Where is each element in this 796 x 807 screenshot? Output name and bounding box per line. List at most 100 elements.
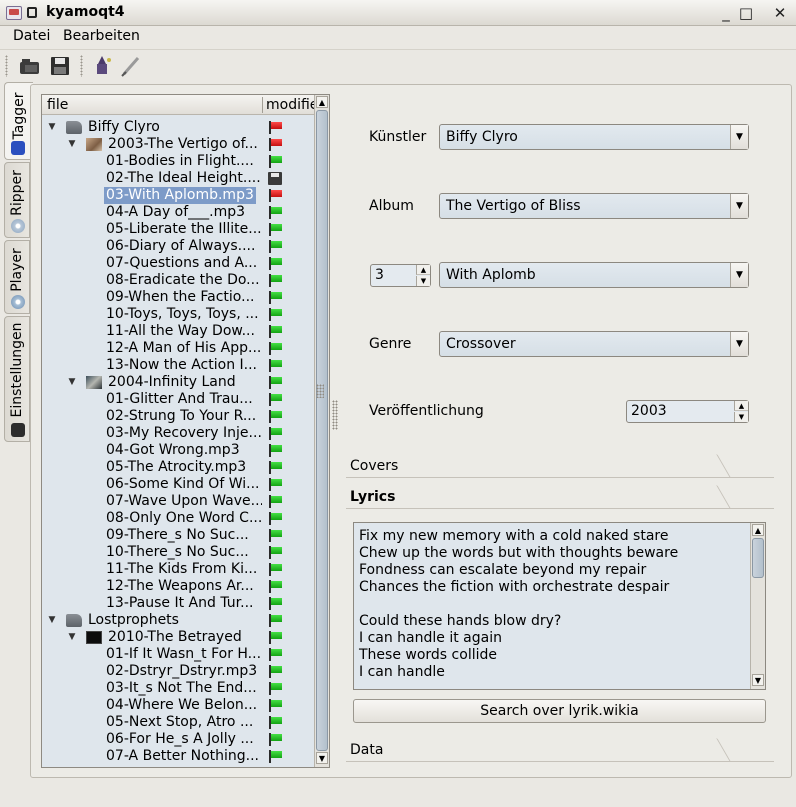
spin-up-icon[interactable]: ▲ <box>416 265 430 275</box>
tree-track-row[interactable]: 10-There_s No Suc... <box>42 544 315 561</box>
tree-header: file modifie <box>42 95 318 115</box>
tree-track-row[interactable]: 03-My Recovery Inje... <box>42 425 315 442</box>
section-data[interactable]: Data <box>346 738 774 762</box>
unmodified-flag-icon <box>268 155 282 168</box>
tree-track-row[interactable]: 10-Toys, Toys, Toys, ... <box>42 306 315 323</box>
tree-track-row[interactable]: 06-Diary of Always.... <box>42 238 315 255</box>
tree-track-row[interactable]: 02-Dstryr_Dstryr.mp3 <box>42 663 315 680</box>
app-icon[interactable] <box>6 6 22 20</box>
maximize-button[interactable]: □ <box>736 3 756 23</box>
tree-artist-row[interactable]: ▼ Lostprophets <box>42 612 315 629</box>
tree-track-row[interactable]: 07-Questions and A... <box>42 255 315 272</box>
scroll-thumb[interactable] <box>752 538 764 578</box>
tree-track-row[interactable]: 04-A Day of___.mp3 <box>42 204 315 221</box>
tree-track-row[interactable]: 13-Pause It And Tur... <box>42 595 315 612</box>
lyrics-scrollbar[interactable]: ▲ ▼ <box>750 523 765 689</box>
tree-track-row[interactable]: 12-The Weapons Ar... <box>42 578 315 595</box>
tree-track-row[interactable]: 03-It_s Not The End... <box>42 680 315 697</box>
tree-album-row[interactable]: ▼ 2004-Infinity Land <box>42 374 315 391</box>
pin-icon[interactable] <box>27 7 37 18</box>
chevron-down-icon[interactable]: ▼ <box>730 194 748 218</box>
tree-row-label: 2010-The Betrayed <box>108 629 242 645</box>
chevron-down-icon[interactable]: ▼ <box>730 125 748 149</box>
track-number-spinbox[interactable]: 3 ▲ ▼ <box>370 264 431 287</box>
tree-album-row[interactable]: ▼ 2010-The Betrayed <box>42 629 315 646</box>
spin-down-icon[interactable]: ▼ <box>416 276 430 286</box>
tree-track-row[interactable]: 11-The Kids From Ki... <box>42 561 315 578</box>
lyrics-textarea[interactable]: Fix my new memory with a cold naked star… <box>353 522 766 690</box>
column-separator[interactable] <box>262 97 263 113</box>
tree-track-row[interactable]: 09-When the Factio... <box>42 289 315 306</box>
scroll-down-arrow[interactable]: ▼ <box>316 752 328 764</box>
minimize-button[interactable]: _ <box>716 3 736 23</box>
tree-splitter-handle[interactable] <box>316 384 324 398</box>
file-tree[interactable]: file modifie ▼ Biffy Clyro ▼ 2003-The Verti… <box>41 94 330 768</box>
tree-album-row[interactable]: ▼ 2003-The Vertigo of... <box>42 136 315 153</box>
tree-track-row[interactable]: 12-A Man of His App... <box>42 340 315 357</box>
scroll-down-arrow[interactable]: ▼ <box>752 674 764 686</box>
tree-track-row[interactable]: 11-All the Way Dow... <box>42 323 315 340</box>
title-combobox[interactable]: With Aplomb ▼ <box>439 262 749 288</box>
tab-einstellungen[interactable]: Einstellungen <box>4 316 30 442</box>
tree-artist-row[interactable]: ▼ Biffy Clyro <box>42 119 315 136</box>
tree-track-row[interactable]: 03-With Aplomb.mp3 <box>42 187 315 204</box>
expand-arrow-icon[interactable]: ▼ <box>67 374 77 391</box>
tab-tagger[interactable]: Tagger <box>4 82 33 160</box>
album-combobox[interactable]: The Vertigo of Bliss ▼ <box>439 193 749 219</box>
save-icon <box>51 57 69 75</box>
scroll-up-arrow[interactable]: ▲ <box>752 524 764 536</box>
menu-datei[interactable]: Datei <box>13 28 50 44</box>
pen-button[interactable] <box>118 54 144 78</box>
chevron-down-icon[interactable]: ▼ <box>730 332 748 356</box>
tree-track-row[interactable]: 04-Where We Belon... <box>42 697 315 714</box>
tree-track-row[interactable]: 05-Next Stop, Atro ... <box>42 714 315 731</box>
open-folder-button[interactable] <box>17 54 43 78</box>
tree-track-row[interactable]: 06-For He_s A Jolly ... <box>42 731 315 748</box>
tree-track-row[interactable]: 02-The Ideal Height.... <box>42 170 315 187</box>
tab-ripper[interactable]: Ripper <box>4 162 30 238</box>
tree-track-row[interactable]: 13-Now the Action I... <box>42 357 315 374</box>
expand-arrow-icon[interactable]: ▼ <box>47 612 57 629</box>
tree-track-row[interactable]: 08-Only One Word C... <box>42 510 315 527</box>
close-button[interactable]: ✕ <box>770 3 790 23</box>
column-file[interactable]: file <box>47 97 68 113</box>
title-bar: kyamoqt4 _ □ ✕ <box>0 0 796 26</box>
tree-track-row[interactable]: 09-There_s No Suc... <box>42 527 315 544</box>
tree-track-row[interactable]: 01-Glitter And Trau... <box>42 391 315 408</box>
section-covers[interactable]: Covers <box>346 454 774 478</box>
tree-scrollbar[interactable]: ▲ ▼ <box>314 95 329 767</box>
tree-track-row[interactable]: 02-Strung To Your R... <box>42 408 315 425</box>
scroll-thumb[interactable] <box>316 110 328 751</box>
lyrics-line: These words collide <box>359 647 497 663</box>
expand-arrow-icon[interactable]: ▼ <box>47 119 57 136</box>
chevron-down-icon[interactable]: ▼ <box>730 263 748 287</box>
artist-combobox[interactable]: Biffy Clyro ▼ <box>439 124 749 150</box>
tree-track-row[interactable]: 05-The Atrocity.mp3 <box>42 459 315 476</box>
tree-track-row[interactable]: 07-Wave Upon Wave... <box>42 493 315 510</box>
tree-track-row[interactable]: 05-Liberate the Illite... <box>42 221 315 238</box>
scroll-up-arrow[interactable]: ▲ <box>316 96 328 108</box>
toolbar-grip[interactable] <box>5 55 8 77</box>
tree-track-row[interactable]: 04-Got Wrong.mp3 <box>42 442 315 459</box>
search-lyrics-button[interactable]: Search over lyrik.wikia <box>353 699 766 723</box>
spin-down-icon[interactable]: ▼ <box>734 412 748 422</box>
expand-arrow-icon[interactable]: ▼ <box>67 136 77 153</box>
release-year-spinbox[interactable]: 2003 ▲ ▼ <box>626 400 749 423</box>
tab-player[interactable]: Player <box>4 240 30 314</box>
toolbar-grip-2[interactable] <box>80 55 83 77</box>
expand-arrow-icon[interactable]: ▼ <box>67 629 77 646</box>
column-modified[interactable]: modifie <box>266 97 318 113</box>
menu-bearbeiten[interactable]: Bearbeiten <box>63 28 140 44</box>
tree-track-row[interactable]: 07-A Better Nothing... <box>42 748 315 765</box>
tree-track-row[interactable]: 01-Bodies in Flight.... <box>42 153 315 170</box>
panel-splitter-handle[interactable] <box>332 400 338 430</box>
spin-up-icon[interactable]: ▲ <box>734 401 748 411</box>
genre-combobox[interactable]: Crossover ▼ <box>439 331 749 357</box>
tree-track-row[interactable]: 08-Eradicate the Do... <box>42 272 315 289</box>
magic-wand-button[interactable] <box>89 54 115 78</box>
tree-track-row[interactable]: 06-Some Kind Of Wi... <box>42 476 315 493</box>
section-lyrics[interactable]: Lyrics <box>346 485 774 509</box>
save-button[interactable] <box>47 54 73 78</box>
tree-row-label: 10-Toys, Toys, Toys, ... <box>106 306 259 322</box>
tree-track-row[interactable]: 01-If It Wasn_t For H... <box>42 646 315 663</box>
